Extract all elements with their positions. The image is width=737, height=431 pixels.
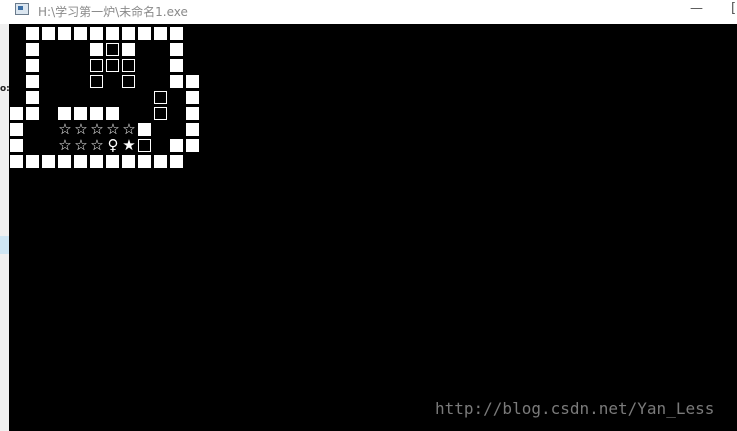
wall-tile <box>170 75 183 88</box>
box-on-target-icon: ★ <box>122 136 136 154</box>
wall-tile <box>90 27 103 40</box>
wall-tile <box>122 43 135 56</box>
sokoban-board: ☆ ☆ ☆ ☆ ☆ ☆ ☆ ☆ ♀ ★ <box>9 24 737 194</box>
target-star-icon: ☆ <box>58 120 72 138</box>
wall-tile <box>138 123 151 136</box>
box-tile <box>106 43 119 56</box>
target-star-icon: ☆ <box>74 120 88 138</box>
wall-tile <box>170 43 183 56</box>
wall-tile <box>186 75 199 88</box>
wall-tile <box>106 155 119 168</box>
wall-tile <box>58 27 71 40</box>
wall-tile <box>26 75 39 88</box>
wall-tile <box>26 91 39 104</box>
target-star-icon: ☆ <box>90 120 104 138</box>
console-app-icon <box>15 3 29 15</box>
box-tile <box>154 107 167 120</box>
watermark-url: http://blog.csdn.net/Yan_Less <box>435 399 715 418</box>
wall-tile <box>154 27 167 40</box>
wall-tile <box>42 155 55 168</box>
wall-tile <box>58 107 71 120</box>
wall-tile <box>74 27 87 40</box>
wall-tile <box>10 107 23 120</box>
target-star-icon: ☆ <box>106 120 120 138</box>
box-tile <box>122 59 135 72</box>
wall-tile <box>10 155 23 168</box>
maximize-button[interactable]: [ <box>731 1 736 16</box>
wall-tile <box>122 27 135 40</box>
wall-tile <box>90 107 103 120</box>
wall-tile <box>26 155 39 168</box>
wall-tile <box>26 27 39 40</box>
wall-tile <box>74 107 87 120</box>
wall-tile <box>106 107 119 120</box>
background-window-highlight <box>0 236 9 254</box>
console-area[interactable]: ☆ ☆ ☆ ☆ ☆ ☆ ☆ ☆ ♀ ★ http://blog.csdn.net/Yan_Less <box>9 24 737 431</box>
wall-tile <box>26 43 39 56</box>
wall-tile <box>170 59 183 72</box>
wall-tile <box>186 139 199 152</box>
wall-tile <box>186 91 199 104</box>
box-tile <box>90 59 103 72</box>
wall-tile <box>154 155 167 168</box>
wall-tile <box>186 123 199 136</box>
wall-tile <box>186 107 199 120</box>
wall-tile <box>58 155 71 168</box>
target-star-icon: ☆ <box>122 120 136 138</box>
wall-tile <box>138 27 151 40</box>
window-title: H:\学习第一炉\未命名1.exe <box>38 5 188 19</box>
wall-tile <box>170 27 183 40</box>
target-star-icon: ☆ <box>74 136 88 154</box>
box-tile <box>122 75 135 88</box>
wall-tile <box>42 27 55 40</box>
player-icon: ♀ <box>107 136 119 154</box>
wall-tile <box>26 59 39 72</box>
title-bar: H:\学习第一炉\未命名1.exe — [ <box>0 0 737 25</box>
wall-tile <box>10 139 23 152</box>
wall-tile <box>10 123 23 136</box>
wall-tile <box>90 155 103 168</box>
wall-tile <box>26 107 39 120</box>
wall-tile <box>90 43 103 56</box>
wall-tile <box>170 155 183 168</box>
background-window-edge: o: <box>0 24 10 431</box>
wall-tile <box>170 139 183 152</box>
wall-tile <box>122 155 135 168</box>
box-tile <box>154 91 167 104</box>
wall-tile <box>106 27 119 40</box>
wall-tile <box>138 155 151 168</box>
box-tile <box>90 75 103 88</box>
box-tile <box>106 59 119 72</box>
box-tile <box>138 139 151 152</box>
target-star-icon: ☆ <box>90 136 104 154</box>
target-star-icon: ☆ <box>58 136 72 154</box>
wall-tile <box>74 155 87 168</box>
minimize-button[interactable]: — <box>690 1 703 16</box>
